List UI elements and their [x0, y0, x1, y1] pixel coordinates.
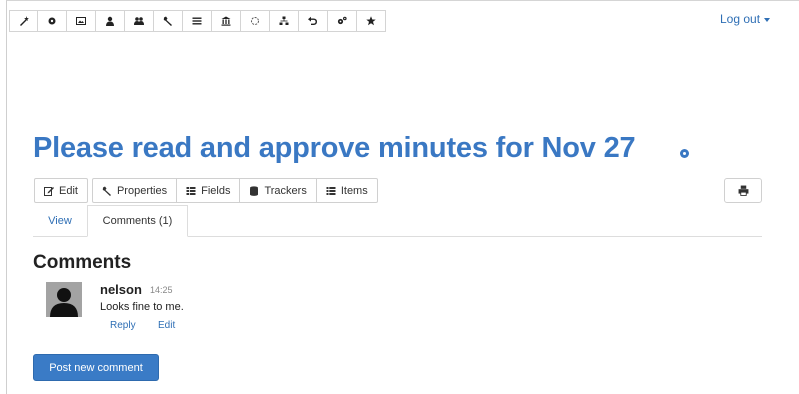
edit-button[interactable]: Edit — [34, 178, 88, 203]
fields-button[interactable]: Fields — [177, 178, 241, 203]
wand-icon — [19, 16, 29, 26]
comment-time: 14:25 — [150, 285, 173, 295]
user-icon — [106, 16, 114, 26]
print-button[interactable] — [724, 178, 762, 203]
toolbar-button-spinner[interactable] — [241, 10, 270, 32]
comment-text: Looks fine to me. — [100, 301, 184, 313]
fields-button-label: Fields — [201, 184, 231, 197]
toolbar-button-star[interactable] — [357, 10, 386, 32]
page-title: Please read and approve minutes for Nov … — [33, 132, 636, 164]
list-icon — [192, 17, 202, 25]
comments-heading: Comments — [33, 252, 132, 273]
tab-bar: View Comments (1) — [33, 205, 762, 237]
info-icon[interactable] — [680, 149, 689, 158]
edit-button-label: Edit — [59, 184, 78, 197]
items-button-label: Items — [340, 184, 368, 197]
post-new-comment-button[interactable]: Post new comment — [33, 354, 159, 381]
undo-icon — [308, 16, 317, 25]
bank-icon — [221, 16, 231, 26]
toolbar-button-users[interactable] — [125, 10, 154, 32]
tab-view[interactable]: View — [33, 205, 87, 236]
cogs-icon — [337, 16, 347, 25]
comment-author[interactable]: nelson — [100, 282, 142, 297]
list-icon — [326, 186, 336, 195]
action-bar: Edit Properties Fields Trackers Items — [34, 178, 378, 203]
trackers-button[interactable]: Trackers — [240, 178, 317, 203]
toolbar-button-undo[interactable] — [299, 10, 328, 32]
image-icon — [76, 17, 86, 25]
properties-button[interactable]: Properties — [91, 178, 178, 203]
toolbar-button-wand[interactable] — [9, 10, 38, 32]
toolbar-button-sitemap[interactable] — [270, 10, 299, 32]
toolbar-button-gear[interactable] — [38, 10, 67, 32]
database-icon — [250, 185, 259, 196]
tab-comments[interactable]: Comments (1) — [87, 205, 188, 237]
toolbar-button-list[interactable] — [183, 10, 212, 32]
logout-label: Log out — [720, 12, 761, 26]
toolbar-button-wrench[interactable] — [154, 10, 183, 32]
edit-icon — [44, 186, 54, 196]
wrench-icon — [102, 186, 111, 196]
properties-button-label: Properties — [116, 184, 168, 197]
toolbar-button-image[interactable] — [67, 10, 96, 32]
logout-menu[interactable]: Log out — [720, 12, 771, 26]
print-icon — [738, 185, 748, 196]
spinner-icon — [251, 17, 259, 25]
wrench-icon — [163, 16, 172, 26]
sitemap-icon — [279, 16, 289, 25]
star-icon — [366, 16, 376, 26]
gear-icon — [48, 17, 56, 25]
trackers-button-label: Trackers — [264, 184, 307, 197]
user-silhouette-icon — [46, 282, 82, 317]
toolbar-button-bank[interactable] — [212, 10, 241, 32]
th-list-icon — [186, 186, 196, 195]
users-icon — [134, 17, 144, 25]
toolbar-button-user[interactable] — [96, 10, 125, 32]
chevron-down-icon — [764, 18, 771, 22]
avatar — [46, 282, 82, 317]
top-toolbar — [9, 10, 386, 32]
comment-reply-link[interactable]: Reply — [110, 320, 136, 331]
items-button[interactable]: Items — [316, 178, 378, 203]
comment-edit-link[interactable]: Edit — [158, 320, 175, 331]
toolbar-button-cogs[interactable] — [328, 10, 357, 32]
